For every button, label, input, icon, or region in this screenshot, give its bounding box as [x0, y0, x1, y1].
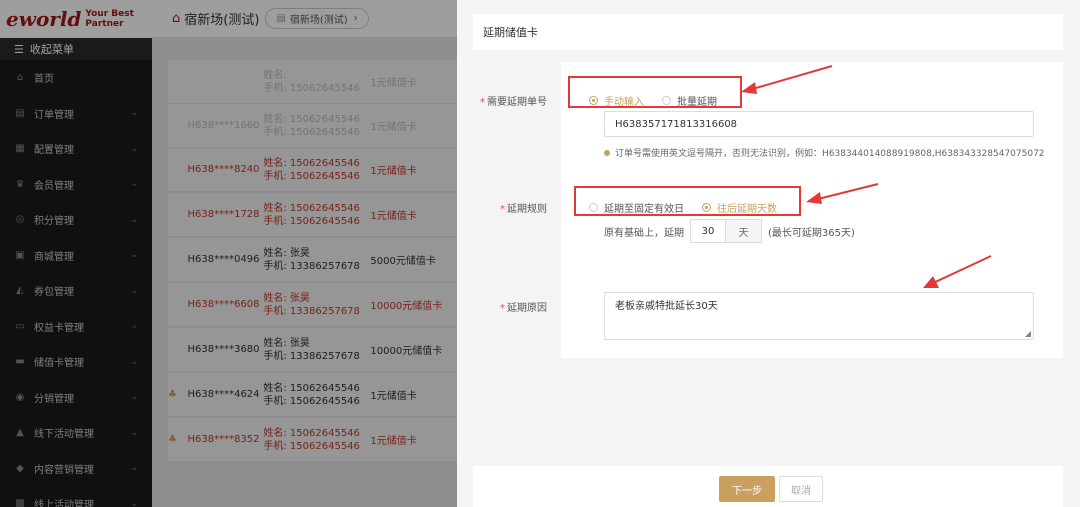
order-number-label: * 需要延期单号: [480, 97, 547, 108]
hint-dot-icon: [604, 149, 610, 156]
days-input[interactable]: 30: [691, 220, 725, 242]
reason-textarea[interactable]: 老板亲戚特批延长30天 ◢: [604, 292, 1034, 340]
drawer-title: 延期储值卡: [473, 14, 1063, 50]
annotation-arrow: [741, 65, 833, 94]
days-input-group: 30 天: [690, 219, 762, 243]
cancel-button[interactable]: 取消: [779, 476, 823, 502]
annotation-box-rule: [574, 186, 801, 216]
resize-handle-icon[interactable]: ◢: [1025, 329, 1031, 338]
days-note: (最长可延期365天): [768, 227, 855, 239]
extend-card-drawer: 延期储值卡 * 需要延期单号 手动输入 批量延期 H638357171813316…: [457, 0, 1080, 507]
modal-backdrop[interactable]: [0, 0, 457, 507]
days-unit: 天: [725, 220, 761, 242]
drawer-footer: 下一步 取消: [473, 466, 1063, 507]
rule-label: * 延期规则: [500, 204, 547, 215]
rule-days-line: 原有基础上，延期 30 天 (最长可延期365天): [604, 219, 855, 243]
order-number-input[interactable]: H638357171813316608: [604, 111, 1034, 137]
annotation-arrow: [806, 183, 879, 204]
next-step-button[interactable]: 下一步: [719, 476, 775, 502]
annotation-box-order-mode: [568, 76, 742, 108]
order-hint: 订单号需使用英文逗号隔开，否则无法识别，例如：H6383440140889198…: [604, 146, 1045, 159]
reason-label: * 延期原因: [500, 303, 547, 314]
annotation-arrow: [923, 255, 992, 288]
